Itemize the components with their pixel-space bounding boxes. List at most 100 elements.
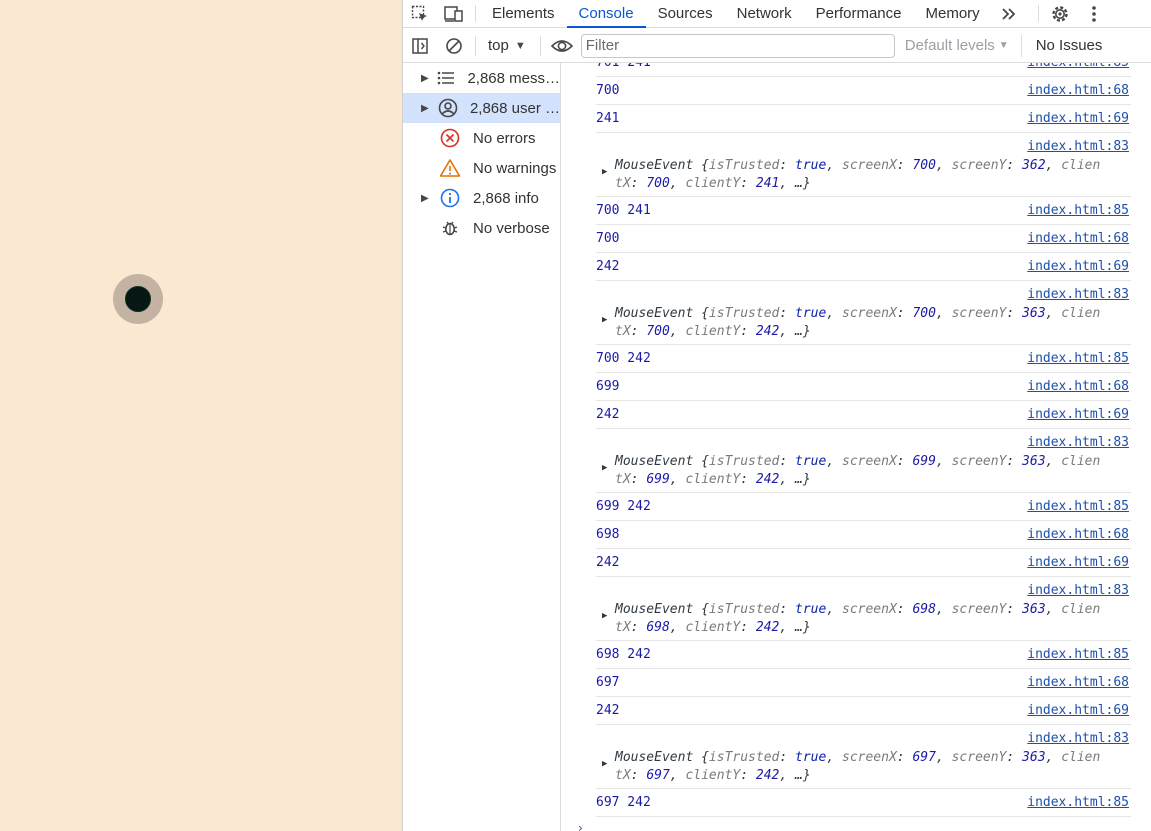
source-link[interactable]: index.html:68 bbox=[1027, 379, 1129, 394]
source-link[interactable]: index.html:83 bbox=[1027, 435, 1129, 450]
sidebar-item-label: No warnings bbox=[473, 159, 557, 177]
sidebar-toggle-icon[interactable] bbox=[403, 29, 437, 63]
clear-console-icon[interactable] bbox=[437, 29, 471, 63]
source-link[interactable]: index.html:69 bbox=[1027, 111, 1129, 126]
issues-counter[interactable]: No Issues bbox=[1020, 34, 1103, 57]
cursor-follower-circle bbox=[113, 274, 163, 324]
console-messages[interactable]: 701 241 index.html:85 700 index.html:68 241 i… bbox=[562, 63, 1151, 831]
issues-label: No Issues bbox=[1035, 37, 1103, 54]
expand-object-icon[interactable]: ▶ bbox=[602, 463, 607, 473]
expand-object-icon[interactable]: ▶ bbox=[602, 315, 607, 325]
tab-console[interactable]: Console bbox=[566, 0, 646, 28]
warning-icon bbox=[439, 157, 461, 179]
sidebar-item-error[interactable]: ▶No errors bbox=[403, 123, 560, 153]
tab-sources[interactable]: Sources bbox=[646, 0, 725, 27]
tab-separator bbox=[1037, 5, 1039, 22]
dropdown-arrow-icon: ▼ bbox=[514, 39, 526, 52]
eye-icon[interactable] bbox=[545, 29, 579, 63]
source-link[interactable]: index.html:85 bbox=[1027, 203, 1129, 218]
source-link[interactable]: index.html:85 bbox=[1027, 647, 1129, 662]
log-message: 698 242 bbox=[596, 647, 651, 662]
context-label: top bbox=[488, 37, 509, 54]
double-chevron-right-icon[interactable] bbox=[992, 0, 1026, 27]
console-log-row: 698 index.html:68 bbox=[596, 521, 1131, 549]
source-link[interactable]: index.html:85 bbox=[1027, 795, 1129, 810]
log-message: 242 bbox=[596, 555, 620, 570]
log-message: 700 bbox=[596, 231, 620, 246]
source-link[interactable]: index.html:85 bbox=[1027, 499, 1129, 514]
mouse-event-object[interactable]: MouseEvent {isTrusted: true, screenX: 69… bbox=[615, 749, 1100, 785]
info-icon bbox=[439, 187, 461, 209]
gear-icon[interactable] bbox=[1043, 0, 1077, 27]
mouse-event-object[interactable]: MouseEvent {isTrusted: true, screenX: 70… bbox=[615, 305, 1100, 341]
console-log-row: 699 242 index.html:85 bbox=[596, 493, 1131, 521]
sidebar-item-label: 2,868 user … bbox=[469, 99, 560, 117]
sidebar-item-info[interactable]: ▶ 2,868 info bbox=[403, 183, 560, 213]
source-link[interactable]: index.html:85 bbox=[1027, 63, 1129, 70]
console-log-row: 698 242 index.html:85 bbox=[596, 641, 1131, 669]
source-link[interactable]: index.html:68 bbox=[1027, 83, 1129, 98]
tab-network[interactable]: Network bbox=[725, 0, 804, 27]
kebab-menu-icon[interactable] bbox=[1077, 0, 1111, 27]
list-icon bbox=[437, 67, 455, 89]
source-link[interactable]: index.html:83 bbox=[1027, 583, 1129, 598]
source-link[interactable]: index.html:69 bbox=[1027, 407, 1129, 422]
log-message: 241 bbox=[596, 111, 620, 126]
source-link[interactable]: index.html:69 bbox=[1027, 259, 1129, 274]
console-log-row: 242 index.html:69 bbox=[596, 697, 1131, 725]
console-event-row: ▶ MouseEvent {isTrusted: true, screenX: 7… bbox=[596, 281, 1131, 345]
tab-elements[interactable]: Elements bbox=[480, 0, 567, 27]
sidebar-item-bug[interactable]: ▶No verbose bbox=[403, 213, 560, 243]
expand-arrow-icon[interactable]: ▶ bbox=[421, 73, 431, 84]
chevron-right-icon[interactable]: › bbox=[578, 821, 583, 831]
sidebar-item-warning[interactable]: ▶No warnings bbox=[403, 153, 560, 183]
log-message: 242 bbox=[596, 259, 620, 274]
source-link[interactable]: index.html:68 bbox=[1027, 231, 1129, 246]
source-link[interactable]: index.html:83 bbox=[1027, 139, 1129, 154]
mouse-event-object[interactable]: MouseEvent {isTrusted: true, screenX: 70… bbox=[615, 157, 1100, 193]
log-levels-label: Default levels bbox=[904, 37, 995, 54]
source-link[interactable]: index.html:68 bbox=[1027, 675, 1129, 690]
log-message: 699 bbox=[596, 379, 620, 394]
log-message: 242 bbox=[596, 407, 620, 422]
tab-separator bbox=[475, 5, 476, 22]
log-message: 698 bbox=[596, 527, 620, 542]
source-link[interactable]: index.html:83 bbox=[1027, 731, 1129, 746]
tab-memory[interactable]: Memory bbox=[914, 0, 992, 27]
expand-arrow-icon[interactable]: ▶ bbox=[421, 103, 432, 114]
toolbar-separator bbox=[475, 35, 476, 56]
devtools-tab-bar: Elements Console Sources Network Performance… bbox=[403, 0, 1151, 28]
console-toolbar: top ▼ Default levels ▼ No Issues bbox=[403, 29, 1151, 63]
console-log-row: 242 index.html:69 bbox=[596, 253, 1131, 281]
log-message: 700 242 bbox=[596, 351, 651, 366]
source-link[interactable]: index.html:68 bbox=[1027, 527, 1129, 542]
tab-performance[interactable]: Performance bbox=[804, 0, 914, 27]
page-viewport[interactable] bbox=[0, 0, 402, 831]
expand-arrow-icon[interactable]: ▶ bbox=[421, 193, 433, 204]
console-sidebar: ▶2,868 mess…▶2,868 user …▶No errors▶No w… bbox=[403, 63, 561, 831]
expand-object-icon[interactable]: ▶ bbox=[602, 611, 607, 621]
inspect-element-icon[interactable] bbox=[403, 0, 437, 27]
console-log-row: 699 index.html:68 bbox=[596, 373, 1131, 401]
console-log-row: 242 index.html:69 bbox=[596, 549, 1131, 577]
filter-input[interactable] bbox=[580, 33, 895, 58]
mouse-event-object[interactable]: MouseEvent {isTrusted: true, screenX: 69… bbox=[615, 453, 1100, 489]
source-link[interactable]: index.html:85 bbox=[1027, 351, 1129, 366]
mouse-event-object[interactable]: MouseEvent {isTrusted: true, screenX: 69… bbox=[615, 601, 1100, 637]
source-link[interactable]: index.html:83 bbox=[1027, 287, 1129, 302]
expand-object-icon[interactable]: ▶ bbox=[602, 759, 607, 769]
console-log-row: 241 index.html:69 bbox=[596, 105, 1131, 133]
expand-object-icon[interactable]: ▶ bbox=[602, 167, 607, 177]
log-levels-dropdown[interactable]: Default levels ▼ bbox=[905, 37, 1009, 54]
device-toggle-icon[interactable] bbox=[437, 0, 471, 27]
dropdown-arrow-icon: ▼ bbox=[998, 40, 1009, 51]
cursor-follower-core bbox=[125, 286, 151, 312]
sidebar-item-list[interactable]: ▶ 2,868 mess… bbox=[403, 63, 560, 93]
sidebar-item-user-circle[interactable]: ▶ 2,868 user … bbox=[403, 93, 560, 123]
toolbar-separator bbox=[539, 35, 541, 56]
source-link[interactable]: index.html:69 bbox=[1027, 555, 1129, 570]
console-event-row: ▶ MouseEvent {isTrusted: true, screenX: 6… bbox=[596, 725, 1131, 789]
context-selector[interactable]: top ▼ bbox=[480, 37, 536, 54]
source-link[interactable]: index.html:69 bbox=[1027, 703, 1129, 718]
console-log-row: 697 index.html:68 bbox=[596, 669, 1131, 697]
